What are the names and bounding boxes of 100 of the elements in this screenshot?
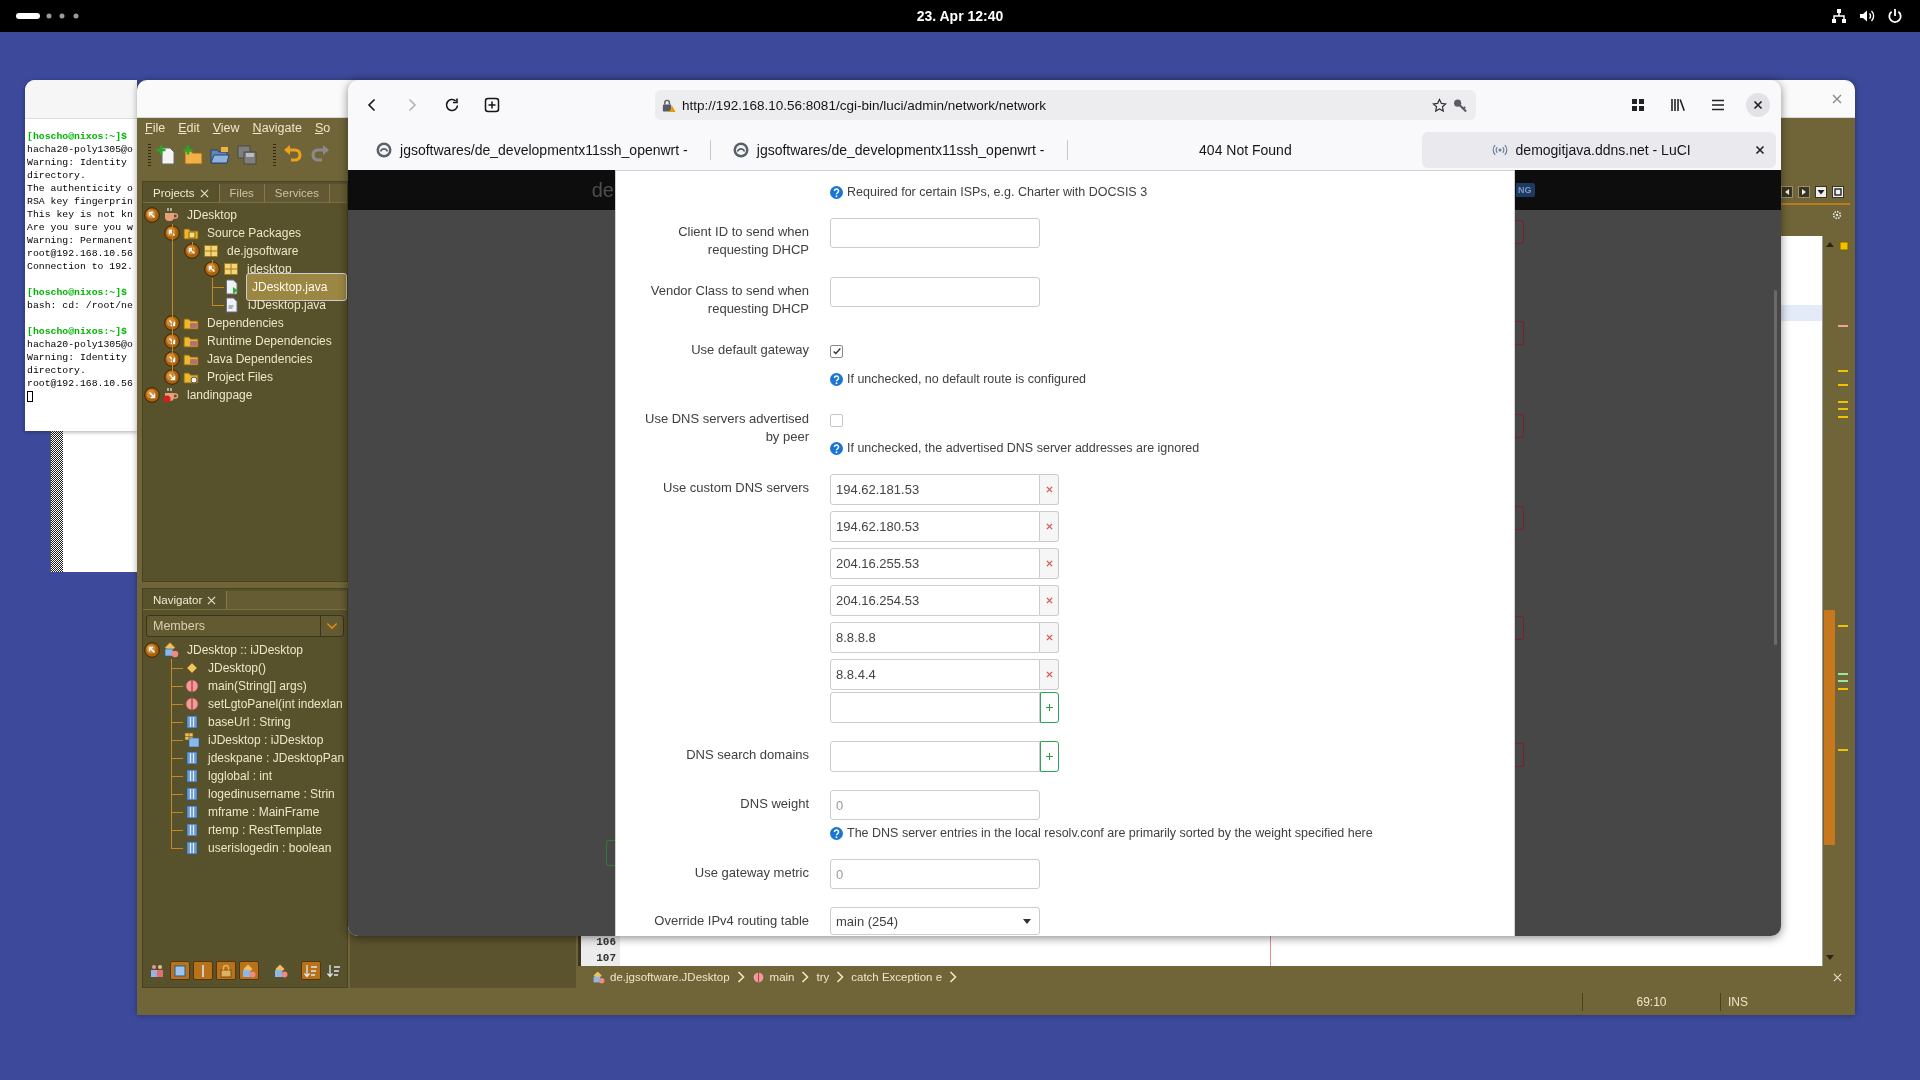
workspaces-icon[interactable] (16, 12, 80, 20)
panel-tab[interactable]: Navigator (143, 591, 228, 609)
member-item[interactable]: baseUrl : String (206, 714, 293, 730)
members-dropdown[interactable]: Members (146, 615, 344, 637)
tree-item[interactable]: Source Packages (205, 225, 304, 241)
text-field[interactable]: 204.16.254.53 (830, 585, 1040, 616)
text-field[interactable] (830, 218, 1040, 248)
text-field[interactable]: 194.62.181.53 (830, 474, 1040, 505)
maximize-icon[interactable] (1832, 186, 1844, 198)
menu-item[interactable]: File (145, 121, 166, 135)
menu-item[interactable]: View (212, 121, 240, 135)
member-item[interactable]: JDesktop :: iJDesktop (185, 642, 306, 658)
text-field[interactable] (830, 692, 1040, 723)
dropdown[interactable]: main (254) (830, 907, 1040, 935)
text-field[interactable]: 8.8.8.8 (830, 622, 1040, 653)
text-field[interactable] (830, 741, 1040, 772)
expander-icon[interactable] (144, 387, 160, 403)
member-item[interactable]: rtemp : RestTemplate (206, 822, 325, 838)
member-item[interactable]: iJDesktop : iJDesktop (206, 732, 326, 748)
clock[interactable]: 23. Apr 12:40 (916, 8, 1004, 24)
cross-icon (1045, 634, 1053, 641)
member-item[interactable]: JDesktop() (206, 660, 268, 676)
browser-tab[interactable]: 404 Not Found (1068, 132, 1423, 168)
up-arrow-icon[interactable] (1824, 240, 1835, 248)
breadcrumb[interactable]: de.jgsoftware.JDesktop (592, 970, 730, 984)
expander-icon[interactable] (164, 351, 180, 367)
text-field[interactable]: 194.62.180.53 (830, 511, 1040, 542)
breadcrumb[interactable]: main (751, 970, 795, 984)
member-item[interactable]: lgglobal : int (206, 768, 275, 784)
toolbar-button[interactable] (181, 143, 205, 167)
expander-icon[interactable] (164, 225, 180, 241)
browser-tab[interactable]: demogitjava.ddns.net - LuCI (1422, 132, 1776, 168)
expander-icon[interactable] (164, 333, 180, 349)
chevron-right-icon[interactable] (801, 971, 810, 983)
text-field[interactable]: 0 (830, 790, 1040, 820)
lock-icon[interactable] (661, 97, 676, 113)
member-item[interactable]: logedinusername : Strin (206, 786, 337, 802)
browser-tab[interactable]: jgsoftwares/de_developmentx11ssh_openwrt - (711, 132, 1066, 168)
diamond-icon (184, 660, 200, 676)
tree-item[interactable]: Runtime Dependencies (205, 333, 334, 349)
menu-item[interactable]: Navigate (252, 121, 302, 135)
expander-icon[interactable] (164, 369, 180, 385)
member-item[interactable]: main(String[] args) (206, 678, 309, 694)
checkbox[interactable] (830, 344, 843, 358)
menu-item[interactable]: So (314, 121, 331, 135)
folder-icon (183, 369, 199, 385)
text-field[interactable]: 0 (830, 859, 1040, 889)
filter-toggle[interactable] (193, 961, 213, 980)
tree-item[interactable]: Dependencies (205, 315, 286, 331)
add-button[interactable] (1040, 692, 1059, 723)
tree-item[interactable]: Java Dependencies (205, 351, 315, 367)
network-icon[interactable] (1831, 8, 1847, 24)
chevron-right-icon[interactable] (736, 971, 745, 983)
scrollbar-thumb[interactable] (1824, 610, 1835, 845)
breadcrumb[interactable]: catch Exception e (851, 971, 943, 983)
chevron-right-icon[interactable] (949, 971, 958, 983)
star-icon[interactable] (1432, 97, 1447, 113)
menu-item[interactable]: Edit (178, 121, 200, 135)
scrollbar[interactable] (51, 431, 63, 572)
member-item[interactable]: userislogedin : boolean (206, 840, 334, 856)
expander-icon[interactable] (144, 642, 160, 658)
text-field[interactable] (830, 277, 1040, 307)
tree-item[interactable]: landingpage (185, 387, 255, 403)
close-button[interactable] (1746, 93, 1770, 117)
tree-item[interactable]: JDesktop (185, 207, 240, 223)
open-folder-icon (210, 145, 230, 165)
toolbar-button[interactable] (154, 143, 178, 167)
member-item[interactable]: jdeskpane : JDesktopPan (206, 750, 347, 766)
filter-toggle[interactable] (301, 961, 321, 980)
add-button[interactable] (1040, 741, 1059, 772)
new-tab-icon (484, 97, 500, 113)
scrollbar[interactable] (1774, 290, 1777, 645)
text-field[interactable]: 204.16.255.53 (830, 548, 1040, 579)
drag-handle[interactable] (273, 144, 276, 166)
tree-item[interactable]: de.jgsoftware (225, 243, 301, 259)
panel-tab[interactable]: Projects (143, 184, 220, 202)
filter-toggle[interactable] (170, 961, 190, 980)
address-bar[interactable]: http://192.168.10.56:8081/cgi-bin/luci/admin/network/network (655, 90, 1476, 120)
speaker-icon[interactable] (1859, 8, 1875, 24)
expander-icon[interactable] (204, 261, 220, 277)
member-item[interactable]: setLgtoPanel(int indexlan (206, 696, 345, 712)
expander-icon[interactable] (184, 243, 200, 259)
power-icon[interactable] (1887, 8, 1903, 24)
expander-icon[interactable] (144, 207, 160, 223)
drag-handle[interactable] (148, 144, 151, 166)
member-item[interactable]: mframe : MainFrame (206, 804, 322, 820)
terminal-text: RSA key fingerprin (27, 196, 133, 207)
chevron-right-icon[interactable] (836, 971, 845, 983)
checkbox[interactable] (830, 413, 843, 427)
expander-icon[interactable] (164, 315, 180, 331)
key-icon[interactable] (1453, 97, 1468, 113)
gear-icon[interactable] (1832, 210, 1842, 220)
filter-toggle[interactable] (239, 961, 259, 980)
tree-item[interactable]: Project Files (205, 369, 276, 385)
breadcrumb[interactable]: try (816, 971, 830, 983)
filter-toggle[interactable] (216, 961, 236, 980)
browser-tab[interactable]: jgsoftwares/de_developmentx11ssh_openwrt - (355, 132, 709, 168)
text-field[interactable]: 8.8.4.4 (830, 659, 1040, 690)
round-logo-icon (376, 142, 393, 158)
tree-item[interactable]: JDesktop.java (246, 273, 347, 301)
